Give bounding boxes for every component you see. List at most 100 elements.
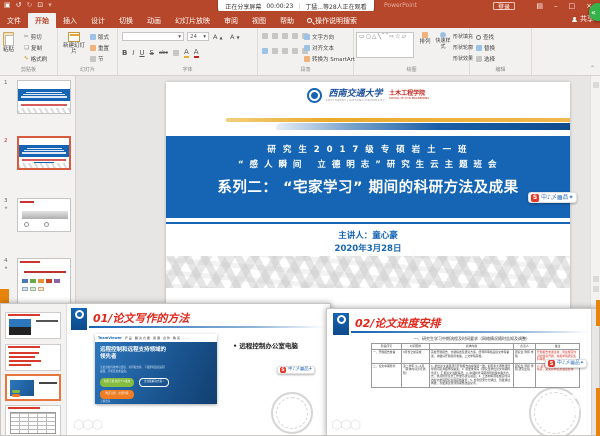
align-center-button[interactable] — [272, 48, 278, 54]
scroll-next-slide-button[interactable] — [593, 286, 599, 292]
align-right-button[interactable] — [282, 48, 288, 54]
winA-thumb-3-selected[interactable] — [5, 374, 61, 401]
font-name-select[interactable]: ▾ — [122, 32, 184, 41]
tab-review[interactable]: 审阅 — [217, 13, 245, 28]
section-button[interactable]: 节 — [90, 55, 104, 63]
slide-thumbnail-1[interactable] — [17, 80, 71, 114]
restore-icon[interactable]: □ — [569, 2, 576, 10]
underline-button[interactable]: U — [139, 49, 144, 57]
scroll-prev-slide-button[interactable] — [593, 276, 599, 282]
title-banner: 研 究 生 2 0 1 7 级 专 硕 岩 土 一 班 “ 感 人 瞬 间 立 … — [166, 136, 570, 218]
screen: ▣ ↺ ↻ ⊡ ▾ 正在分享屏幕 00:00:23 | 丁猛...等28人正在观… — [0, 0, 600, 436]
arrange-label: 排列 — [419, 39, 430, 45]
tab-slideshow[interactable]: 幻灯片放映 — [168, 13, 217, 28]
undo-icon[interactable]: ↺ — [16, 2, 22, 9]
current-slide[interactable]: 西南交通大学 SOUTHWEST JIAOTONG UNIVERSITY 土木工… — [166, 82, 570, 312]
grow-font-button[interactable]: A▲ — [213, 33, 223, 41]
shrink-font-button[interactable]: A▼ — [230, 33, 240, 41]
find-button[interactable]: 查找 — [476, 33, 494, 41]
quick-styles-button[interactable]: 快速样式 — [434, 32, 452, 50]
window-thesis-methods[interactable]: 01/论文写作的方法 TeamViewer 产品 解决方案 资源 合作 购买 ·… — [0, 303, 331, 436]
tab-home[interactable]: 开始 — [28, 13, 56, 28]
arrange-button[interactable]: 排列 — [417, 32, 433, 45]
cell-stage: 二、论文中期检查 — [372, 363, 402, 387]
tab-file[interactable]: 文件 — [0, 13, 28, 28]
tab-transitions[interactable]: 切换 — [112, 13, 140, 28]
slide-thumbnail-2[interactable] — [17, 136, 71, 170]
smartart-button[interactable]: 转换为 SmartArt — [304, 55, 355, 63]
align-text-button[interactable]: 对齐文本 — [304, 44, 334, 52]
sogou-toolbar[interactable]: S 中♪乄▦品✦ — [528, 192, 577, 203]
redo-icon[interactable]: ↻ — [27, 2, 33, 9]
align-left-button[interactable] — [262, 48, 268, 54]
tab-help[interactable]: 帮助 — [273, 13, 301, 28]
arrange-icon — [422, 32, 428, 38]
slide-thumbnail-3[interactable] — [17, 198, 71, 232]
font-size-select[interactable]: 24 ▾ — [187, 32, 209, 41]
decrease-indent-button[interactable] — [282, 33, 288, 39]
scroll-up-button[interactable] — [593, 82, 599, 88]
minimize-icon[interactable]: – — [554, 2, 558, 10]
ribbon-options-icon[interactable]: ▤ — [536, 2, 543, 10]
font-color-button[interactable]: A — [194, 48, 199, 58]
text-direction-button[interactable]: 文字方向 — [304, 33, 334, 41]
reset-button[interactable]: 重置 — [90, 44, 109, 52]
increase-indent-button[interactable] — [292, 33, 298, 39]
share-status: 正在分享屏幕 — [225, 2, 261, 11]
char-spacing-button[interactable] — [173, 50, 179, 56]
new-slide-icon — [68, 32, 80, 42]
replace-label: 替换 — [484, 44, 495, 52]
start-slideshow-icon[interactable]: ⊡ — [37, 2, 43, 9]
titlebar: ▣ ↺ ↻ ⊡ ▾ 正在分享屏幕 00:00:23 | 丁猛...等28人正在观… — [0, 0, 600, 11]
meeting-dock-handle[interactable]: « — [589, 3, 600, 21]
replace-button[interactable]: 替换 — [476, 44, 495, 52]
winA-thumbnail-panel — [1, 304, 67, 436]
numbering-button[interactable] — [272, 33, 278, 39]
italic-button[interactable]: I — [132, 49, 134, 57]
tellme-search[interactable]: 操作说明搜索 — [301, 13, 363, 28]
slide-thumbnail-4[interactable] — [17, 258, 71, 306]
qat-customize-icon[interactable]: ▾ — [48, 2, 52, 9]
canvas-scrollbar[interactable] — [590, 76, 600, 312]
winA-thumb-1[interactable] — [5, 312, 61, 339]
window-title: PowerPoint — [384, 2, 417, 9]
winA-thumb-2[interactable] — [5, 344, 61, 371]
tab-view[interactable]: 视图 — [245, 13, 273, 28]
save-icon[interactable]: ▣ — [4, 2, 11, 9]
strike-button[interactable]: S — [150, 49, 154, 57]
highlight-button[interactable]: A — [184, 48, 189, 58]
window-thesis-schedule[interactable]: 02/论文进度安排 一、研究生学习中期流程及时间要求（网络情况随时告知及调整） … — [326, 308, 600, 436]
sogou-toolbar[interactable]: S 中♪乄▦品✦ — [545, 359, 587, 368]
slide5-thumbnail-fragment[interactable] — [0, 289, 9, 303]
justify-button[interactable] — [292, 48, 298, 54]
format-painter-button[interactable]: ✎ 格式刷 — [24, 55, 47, 63]
ribbon-tabs: 文件 开始 插入 设计 切换 动画 幻灯片放映 审阅 视图 帮助 操作说明搜索 — [0, 11, 600, 28]
layout-button[interactable]: 版式 — [90, 33, 109, 41]
winA-thumb-4[interactable] — [5, 405, 61, 435]
tab-insert[interactable]: 插入 — [56, 13, 84, 28]
bullets-button[interactable] — [262, 33, 268, 39]
chevron-down-icon: ▾ — [203, 34, 206, 40]
teamviewer-logo: TeamViewer — [98, 336, 122, 340]
copy-button[interactable]: ❏ 复制 — [24, 44, 42, 52]
clear-format-button[interactable]: abc — [159, 50, 168, 56]
tab-animations[interactable]: 动画 — [140, 13, 168, 28]
paste-button[interactable]: 粘贴 — [3, 32, 14, 53]
sogou-toolbar-small[interactable]: S 中♪乄▦品✦ — [277, 366, 315, 374]
date-line: 2020年3月28日 — [166, 242, 570, 254]
signin-button[interactable]: 登录 — [493, 2, 515, 10]
bold-button[interactable]: B — [122, 49, 127, 57]
winB-shield-icon — [337, 315, 346, 324]
blue-swoosh — [276, 123, 570, 130]
tab-design[interactable]: 设计 — [84, 13, 112, 28]
select-button[interactable]: 选择 — [476, 55, 495, 63]
copy-icon: ❏ — [24, 45, 29, 51]
cut-button[interactable]: ✂ 剪切 — [24, 33, 42, 41]
shapes-gallery[interactable]: ▭○△╲⌒⇨☆▱ — [356, 32, 414, 58]
group-font: ▾ 24 ▾ A▲ A▼ B I U S abc A A 字体 — [118, 28, 258, 75]
collapse-ribbon-button[interactable]: ⌃ — [590, 65, 595, 72]
winA-header-bar — [71, 308, 87, 330]
share-viewers: 丁猛...等28人正在观看 — [305, 2, 366, 11]
new-slide-button[interactable]: 新建幻灯片 — [62, 32, 86, 55]
format-painter-label: 格式刷 — [31, 55, 48, 63]
